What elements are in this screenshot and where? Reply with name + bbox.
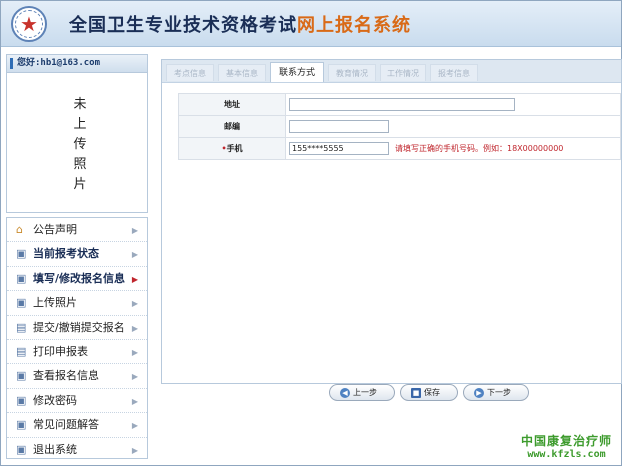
print-icon: ▤ — [16, 344, 27, 358]
arrow-right-icon: ▶ — [131, 323, 138, 333]
photo-text: 未 — [73, 97, 87, 112]
save-button-label: 保存 — [424, 388, 440, 397]
prev-button[interactable]: ◀ 上一步 — [329, 384, 395, 401]
sidebar-item-label: 修改密码 — [33, 393, 77, 407]
action-buttons: ◀ 上一步 ■ 保存 ▶ 下一步 — [329, 384, 529, 402]
sidebar-item-status[interactable]: ▣ 当前报考状态 ▶ — [7, 242, 147, 267]
arrow-right-icon: ▶ — [131, 299, 138, 309]
star-emblem-icon: ★ — [11, 6, 47, 42]
sidebar-item-print[interactable]: ▤ 打印申报表 ▶ — [7, 340, 147, 365]
mobile-hint: 请填写正确的手机号码。例如：18X00000000 — [395, 144, 564, 154]
arrow-right-icon: ▶ — [131, 372, 138, 382]
mobile-label: 手机 — [226, 144, 243, 153]
tab-work[interactable]: 工作情况 — [380, 64, 426, 81]
sidebar-item-faq[interactable]: ▣ 常见问题解答 ▶ — [7, 413, 147, 438]
prev-button-label: 上一步 — [353, 388, 377, 397]
sidebar-item-upload-photo[interactable]: ▣ 上传照片 ▶ — [7, 291, 147, 316]
tab-basic-info[interactable]: 基本信息 — [218, 64, 266, 81]
address-input[interactable] — [289, 98, 515, 112]
next-button-label: 下一步 — [487, 388, 511, 397]
arrow-right-icon: ▶ — [131, 421, 138, 431]
photo-placeholder: 未 上 传 照 片 — [72, 95, 88, 195]
next-button[interactable]: ▶ 下一步 — [463, 384, 529, 401]
contact-form: 地址 邮编 •手机 155****5555 请填写正确的手机号码。例如：18X00… — [178, 93, 621, 160]
tab-exam-info[interactable]: 报考信息 — [430, 64, 478, 81]
tab-education[interactable]: 教育情况 — [328, 64, 376, 81]
sidebar-item-password[interactable]: ▣ 修改密码 ▶ — [7, 389, 147, 414]
arrow-right-icon: ▶ — [131, 250, 138, 260]
form-row-postcode: 邮编 — [178, 115, 621, 138]
page-title: 全国卫生专业技术资格考试网上报名系统 — [69, 11, 411, 37]
photo-text: 传 — [73, 137, 87, 152]
sidebar-menu: ⌂ 公告声明 ▶ ▣ 当前报考状态 ▶ ▣ 填写/修改报名信息 ▶ ▣ 上传照片… — [6, 217, 148, 459]
view-icon: ▣ — [16, 369, 27, 383]
edit-icon: ▣ — [16, 271, 27, 285]
sidebar: 您好:hb1@163.com 未 上 传 照 片 ⌂ 公告声明 ▶ ▣ 当前报考… — [6, 54, 148, 459]
arrow-right-icon: ▶ — [131, 445, 138, 455]
user-greeting: 您好:hb1@163.com — [7, 55, 147, 73]
main-panel: 考点信息 基本信息 联系方式 教育情况 工作情况 报考信息 地址 邮编 •手机 … — [161, 59, 622, 384]
sidebar-item-submit[interactable]: ▤ 提交/撤销提交报名 ▶ — [7, 316, 147, 340]
mobile-input[interactable]: 155****5555 — [289, 142, 389, 156]
title-main: 全国卫生专业技术资格考试 — [69, 15, 297, 36]
photo-text: 上 — [73, 117, 87, 132]
user-panel: 您好:hb1@163.com 未 上 传 照 片 — [6, 54, 148, 213]
tab-contact[interactable]: 联系方式 — [270, 62, 324, 82]
arrow-right-icon: ▶ — [131, 226, 138, 235]
sidebar-item-label: 退出系统 — [33, 442, 77, 456]
photo-text: 片 — [73, 177, 87, 192]
sidebar-item-label: 查看报名信息 — [33, 369, 99, 383]
save-button[interactable]: ■ 保存 — [400, 384, 458, 401]
exit-icon: ▣ — [16, 442, 27, 456]
postcode-label: 邮编 — [178, 115, 286, 138]
document-icon: ▤ — [16, 320, 27, 334]
form-row-mobile: •手机 155****5555 请填写正确的手机号码。例如：18X00000000 — [178, 137, 621, 160]
brand-watermark: 中国康复治疗师 www.kfzls.com — [521, 432, 612, 460]
form-row-address: 地址 — [178, 93, 621, 116]
tab-bar: 考点信息 基本信息 联系方式 教育情况 工作情况 报考信息 — [162, 60, 621, 83]
sidebar-item-announcement[interactable]: ⌂ 公告声明 ▶ — [7, 218, 147, 243]
address-label: 地址 — [178, 93, 286, 116]
sidebar-item-label: 打印申报表 — [33, 344, 88, 358]
sidebar-item-view-info[interactable]: ▣ 查看报名信息 ▶ — [7, 364, 147, 389]
upload-icon: ▣ — [16, 296, 27, 310]
help-icon: ▣ — [16, 418, 27, 432]
sidebar-item-label: 提交/撤销提交报名 — [33, 320, 125, 334]
mobile-label-cell: •手机 — [178, 137, 286, 160]
title-accent: 网上报名系统 — [297, 15, 411, 36]
photo-text: 照 — [73, 157, 87, 172]
save-icon: ■ — [411, 387, 421, 398]
sidebar-item-label: 公告声明 — [33, 223, 77, 236]
status-icon: ▣ — [16, 247, 27, 261]
brand-name: 中国康复治疗师 — [520, 434, 612, 448]
tab-exam-site[interactable]: 考点信息 — [166, 64, 214, 81]
home-icon: ⌂ — [16, 223, 23, 236]
page-header: ★ 全国卫生专业技术资格考试网上报名系统 — [1, 1, 621, 47]
arrow-right-icon: ▶ — [131, 347, 138, 357]
sidebar-item-label: 上传照片 — [33, 296, 77, 310]
arrow-right-icon: ▶ — [474, 387, 484, 398]
sidebar-item-label: 填写/修改报名信息 — [33, 271, 126, 285]
sidebar-item-edit-info[interactable]: ▣ 填写/修改报名信息 ▶ — [7, 267, 147, 292]
sidebar-item-label: 当前报考状态 — [33, 247, 99, 261]
postcode-input[interactable] — [289, 120, 389, 134]
key-icon: ▣ — [16, 393, 27, 407]
arrow-right-icon: ▶ — [131, 274, 138, 284]
arrow-right-icon: ▶ — [131, 396, 138, 406]
arrow-left-icon: ◀ — [340, 387, 350, 398]
sidebar-item-label: 常见问题解答 — [33, 418, 99, 432]
brand-url: www.kfzls.com — [527, 449, 606, 460]
sidebar-item-logout[interactable]: ▣ 退出系统 ▶ — [7, 438, 147, 461]
